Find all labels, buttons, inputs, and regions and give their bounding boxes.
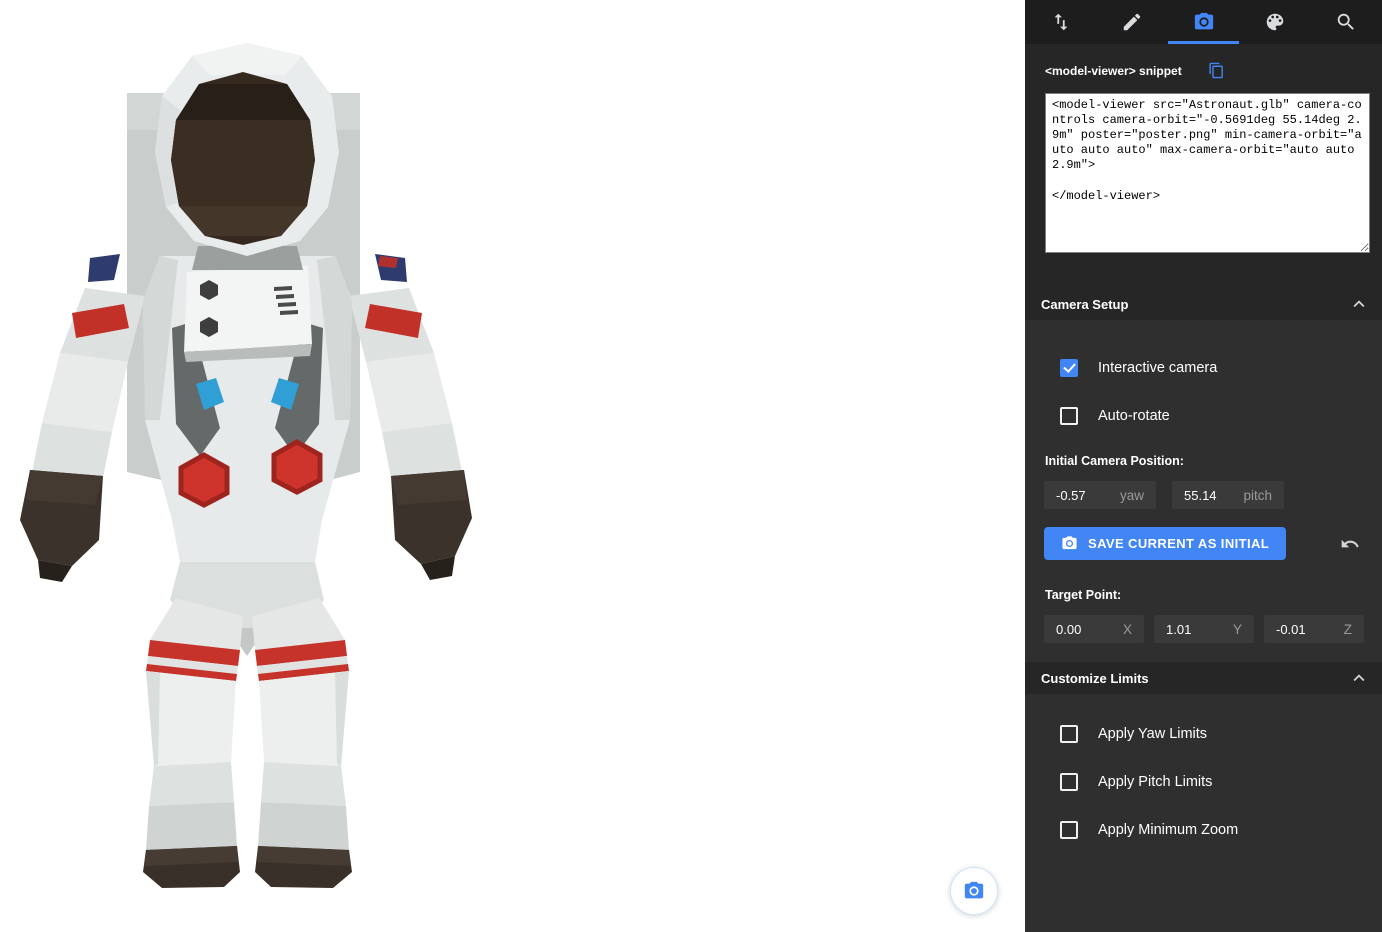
apply-yaw-limits-row[interactable]: Apply Yaw Limits bbox=[1025, 724, 1382, 744]
search-icon bbox=[1335, 11, 1357, 33]
camera-setup-body: Interactive camera Auto-rotate Initial C… bbox=[1025, 320, 1382, 662]
undo-icon bbox=[1340, 534, 1360, 554]
tab-camera[interactable] bbox=[1168, 0, 1239, 44]
apply-pitch-limits-label: Apply Pitch Limits bbox=[1098, 774, 1212, 790]
customize-limits-collapse-button[interactable] bbox=[1348, 667, 1370, 689]
import-export-icon bbox=[1050, 11, 1072, 33]
save-button-label: SAVE CURRENT AS INITIAL bbox=[1088, 536, 1269, 551]
edit-icon bbox=[1121, 11, 1143, 33]
copy-icon bbox=[1208, 62, 1225, 79]
customize-limits-title: Customize Limits bbox=[1041, 671, 1149, 686]
target-y-suffix: Y bbox=[1233, 622, 1242, 637]
camera-setup-header: Camera Setup bbox=[1025, 288, 1382, 320]
interactive-camera-row[interactable]: Interactive camera bbox=[1025, 358, 1382, 378]
palette-icon bbox=[1264, 11, 1286, 33]
tab-transform[interactable] bbox=[1025, 0, 1096, 44]
target-z-suffix: Z bbox=[1344, 622, 1352, 637]
apply-pitch-limits-checkbox[interactable] bbox=[1060, 773, 1078, 791]
target-y-input[interactable] bbox=[1154, 622, 1214, 637]
pitch-field[interactable]: pitch bbox=[1172, 481, 1284, 509]
apply-yaw-limits-label: Apply Yaw Limits bbox=[1098, 726, 1207, 742]
apply-minimum-zoom-row[interactable]: Apply Minimum Zoom bbox=[1025, 820, 1382, 840]
camera-setup-title: Camera Setup bbox=[1041, 297, 1128, 312]
auto-rotate-label: Auto-rotate bbox=[1098, 408, 1170, 424]
interactive-camera-label: Interactive camera bbox=[1098, 360, 1217, 376]
chevron-up-icon bbox=[1348, 667, 1370, 689]
pitch-suffix: pitch bbox=[1243, 488, 1272, 503]
apply-minimum-zoom-label: Apply Minimum Zoom bbox=[1098, 822, 1238, 838]
snippet-section: <model-viewer> snippet <model-viewer src… bbox=[1025, 44, 1382, 288]
target-z-input[interactable] bbox=[1264, 622, 1324, 637]
camera-setup-collapse-button[interactable] bbox=[1348, 293, 1370, 315]
yaw-field[interactable]: yaw bbox=[1044, 481, 1156, 509]
apply-pitch-limits-row[interactable]: Apply Pitch Limits bbox=[1025, 772, 1382, 792]
camera-capture-fab[interactable] bbox=[950, 867, 998, 915]
pitch-input[interactable] bbox=[1172, 488, 1239, 503]
tab-inspect[interactable] bbox=[1311, 0, 1382, 44]
target-x-field[interactable]: X bbox=[1044, 615, 1144, 643]
snippet-label: <model-viewer> snippet bbox=[1045, 64, 1182, 78]
customize-limits-body: Apply Yaw Limits Apply Pitch Limits Appl… bbox=[1025, 694, 1382, 932]
camera-icon bbox=[1061, 535, 1078, 552]
initial-camera-position-label: Initial Camera Position: bbox=[1025, 454, 1382, 468]
undo-camera-button[interactable] bbox=[1340, 534, 1360, 554]
auto-rotate-checkbox[interactable] bbox=[1060, 407, 1078, 425]
yaw-input[interactable] bbox=[1044, 488, 1111, 503]
target-y-field[interactable]: Y bbox=[1154, 615, 1254, 643]
yaw-suffix: yaw bbox=[1120, 488, 1144, 503]
snippet-code-textarea[interactable]: <model-viewer src="Astronaut.glb" camera… bbox=[1045, 93, 1370, 253]
tab-materials[interactable] bbox=[1239, 0, 1310, 44]
chevron-up-icon bbox=[1348, 293, 1370, 315]
apply-minimum-zoom-checkbox[interactable] bbox=[1060, 821, 1078, 839]
auto-rotate-row[interactable]: Auto-rotate bbox=[1025, 406, 1382, 426]
editor-panel: <model-viewer> snippet <model-viewer src… bbox=[1025, 0, 1382, 932]
model-viewport[interactable] bbox=[0, 0, 1025, 932]
astronaut-model bbox=[0, 0, 1025, 932]
save-current-as-initial-button[interactable]: SAVE CURRENT AS INITIAL bbox=[1044, 527, 1286, 560]
target-z-field[interactable]: Z bbox=[1264, 615, 1364, 643]
apply-yaw-limits-checkbox[interactable] bbox=[1060, 725, 1078, 743]
copy-snippet-button[interactable] bbox=[1208, 62, 1225, 79]
target-x-input[interactable] bbox=[1044, 622, 1104, 637]
camera-icon bbox=[963, 880, 985, 902]
target-point-label: Target Point: bbox=[1025, 588, 1382, 602]
target-x-suffix: X bbox=[1123, 622, 1132, 637]
camera-icon bbox=[1193, 11, 1215, 33]
interactive-camera-checkbox[interactable] bbox=[1060, 359, 1078, 377]
customize-limits-header: Customize Limits bbox=[1025, 662, 1382, 694]
editor-toolbar bbox=[1025, 0, 1382, 44]
tab-edit[interactable] bbox=[1096, 0, 1167, 44]
